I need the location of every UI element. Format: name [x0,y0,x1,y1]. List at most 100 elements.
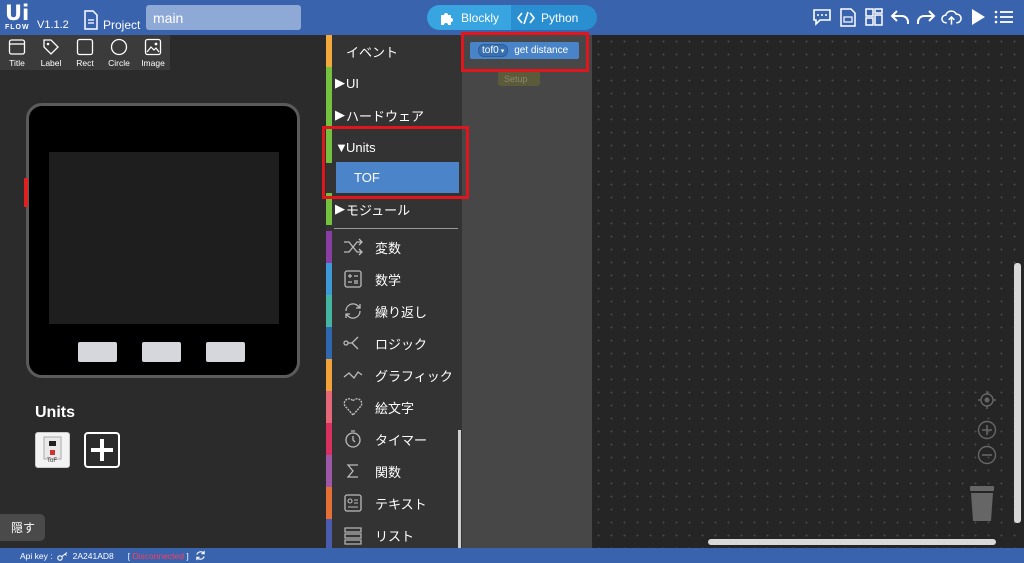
blockly-mode-button[interactable]: Blockly [427,5,511,30]
python-label: Python [541,10,579,25]
calculator-icon [344,270,362,288]
heart-icon [343,398,363,417]
project-label[interactable]: Project [103,18,140,32]
category-logic[interactable]: ロジック [326,327,462,359]
device-side-indicator [24,178,28,207]
category-variables[interactable]: 変数 [326,231,462,263]
api-key-value: 2A241AD8 [72,550,114,561]
category-label: リスト [375,528,415,544]
status-bar: Api key : 2A241AD8 [ Disconnected ] [0,548,1024,563]
list-icon [344,527,362,545]
image-tool-label: Image [141,58,165,68]
shuffle-icon [344,238,363,256]
category-label: ロジック [375,336,428,352]
category-ui[interactable]: ▶ UI [326,67,462,99]
category-scrollbar[interactable] [458,430,461,548]
graph-icon [343,371,363,380]
logo-subtext: FLOW [5,24,30,31]
category-loops[interactable]: 繰り返し [326,295,462,327]
blockly-label: Blockly [461,10,500,25]
category-math[interactable]: 数学 [326,263,462,295]
device-button-b [142,342,181,362]
connection-status: [ Disconnected ] [127,550,189,561]
highlight-box [322,126,469,199]
ui-element-toolbar: Title Label Rect Circle Image [0,35,170,70]
chat-icon[interactable] [811,6,832,28]
loop-icon [345,303,361,319]
menu-icon[interactable] [993,6,1014,28]
sigma-icon [346,464,358,478]
circle-tool-label: Circle [108,58,130,68]
tof-unit-caption: ToF [47,458,58,464]
category-list[interactable]: リスト [326,519,462,548]
cloud-upload-icon[interactable] [941,6,962,28]
title-tool[interactable]: Title [0,35,34,70]
recenter-icon[interactable] [977,390,997,410]
device-screen[interactable] [49,152,279,324]
firmware-icon[interactable] [837,6,858,28]
key-icon [56,551,67,561]
timer-icon [345,430,361,448]
category-label: 絵文字 [375,400,415,416]
trash-icon[interactable] [967,484,997,524]
circle-icon [110,38,128,56]
zoom-out-icon[interactable] [977,445,997,465]
category-label: 関数 [375,464,402,480]
api-key-label: Api key : [20,550,53,561]
units-title: Units [35,404,75,421]
image-icon [144,38,162,56]
branch-icon [343,336,359,350]
logo-text: Ui [5,1,30,25]
device-button-a [78,342,117,362]
redo-icon[interactable] [915,6,936,28]
file-name-input[interactable] [146,5,301,30]
puzzle-icon [441,12,453,25]
expand-arrow-icon: ▶ [335,107,345,122]
setup-block[interactable]: Setup [498,71,540,86]
category-label: テキスト [375,496,427,512]
device-button-c [206,342,245,362]
connection-status-text: Disconnected [132,550,184,561]
undo-icon[interactable] [889,6,910,28]
category-text[interactable]: テキスト [326,487,462,519]
add-unit-button[interactable] [84,432,120,468]
workspace-horizontal-scrollbar[interactable] [708,539,996,545]
category-functions[interactable]: 関数 [326,455,462,487]
category-timer[interactable]: タイマー [326,423,462,455]
mode-switch[interactable]: Blockly Python [427,5,597,30]
uiflow-logo: Ui FLOW [5,1,33,33]
device-preview [26,103,300,378]
document-icon[interactable] [83,10,99,30]
label-tool[interactable]: Label [34,35,68,70]
plus-icon [91,439,113,461]
category-label: モジュール [346,202,411,218]
title-icon [8,39,26,55]
layout-icon[interactable] [863,6,884,28]
workspace-vertical-scrollbar[interactable] [1014,263,1021,523]
label-icon [43,39,59,55]
run-icon[interactable] [967,6,988,28]
category-label: UI [346,75,359,91]
category-label: タイマー [375,432,428,448]
text-card-icon [344,494,362,512]
category-label: 変数 [375,240,402,256]
category-graphics[interactable]: グラフィック [326,359,462,391]
expand-arrow-icon: ▶ [335,201,345,216]
rect-icon [76,38,94,56]
category-event[interactable]: イベント [326,35,462,67]
python-mode-button[interactable]: Python [513,5,597,30]
circle-tool[interactable]: Circle [102,35,136,70]
block-flyout [462,35,592,548]
rect-tool-label: Rect [76,58,94,68]
tof-unit-card[interactable]: ToF [35,432,70,468]
rect-tool[interactable]: Rect [68,35,102,70]
blockly-workspace[interactable] [592,35,1024,548]
refresh-icon[interactable] [195,550,206,561]
category-panel: イベント ▶ UI ▶ ハードウェア ▼ Units TOF ▶ モジュール 変… [326,35,462,548]
zoom-in-icon[interactable] [977,420,997,440]
image-tool[interactable]: Image [136,35,170,70]
hide-button[interactable]: 隠す [0,514,45,541]
expand-arrow-icon: ▶ [335,75,345,90]
category-emoji[interactable]: 絵文字 [326,391,462,423]
top-bar: Ui FLOW V1.1.2 Project Blockly Python [0,0,1024,35]
